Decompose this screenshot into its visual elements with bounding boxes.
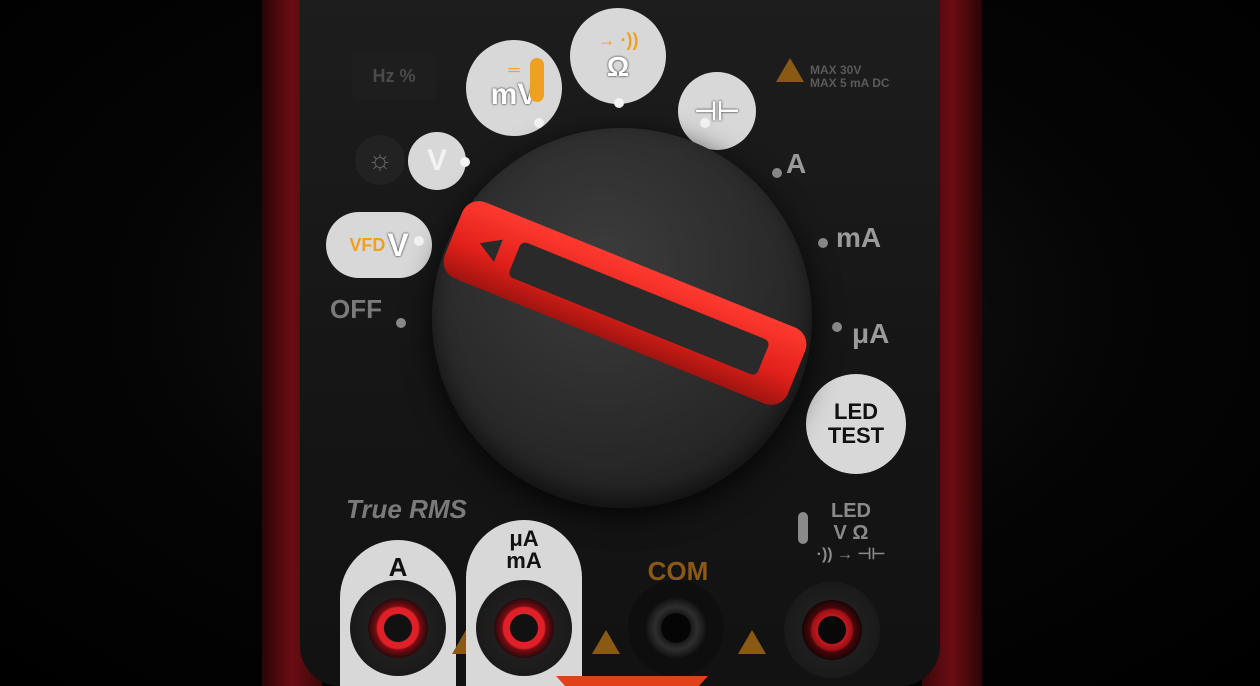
off-label: OFF <box>330 294 382 324</box>
thermometer-icon <box>530 58 544 102</box>
warning-icon <box>592 630 620 654</box>
v-dc-position: V <box>408 132 466 190</box>
ohm-diode-position: → ·)) Ω <box>570 8 666 104</box>
dc-bar-icon: ═ <box>508 62 520 79</box>
jack-ua-socket <box>494 598 554 658</box>
jack-com[interactable] <box>628 580 724 676</box>
sun-icon: ☼ <box>355 135 405 185</box>
jack-a-label: A <box>388 552 408 582</box>
position-dot <box>832 322 842 332</box>
v-ac-label: V <box>387 226 409 263</box>
thermometer-icon <box>798 512 808 544</box>
hz-percent-button: Hz % <box>352 52 436 100</box>
led-test-label-2: TEST <box>827 423 885 448</box>
capacitance-position: ⊣⊢ <box>678 72 756 150</box>
jack-right-label-3: ·)) → ⊣⊢ <box>816 546 886 563</box>
milliamps-position-label: mA <box>836 222 882 253</box>
mv-temp-position: ═ mV <box>466 40 562 136</box>
bottom-tab <box>556 676 708 686</box>
microamps-position-label: μA <box>852 318 890 349</box>
position-dot <box>818 238 828 248</box>
v-dc-label: V <box>426 144 447 177</box>
position-dot <box>772 168 782 178</box>
diode-continuity-label: → ·)) <box>597 29 639 50</box>
jack-right-label: LED V Ω ·)) → ⊣⊢ <box>796 500 906 566</box>
multimeter-photo: Hz % ☼ V ═ mV → ·)) Ω ⊣⊢ MAX 30V MAX 5 m… <box>0 0 1260 686</box>
jack-ua-label-2: mA <box>506 548 542 573</box>
jack-v-ohm[interactable] <box>784 582 880 678</box>
jack-ua-label: μA mA <box>466 528 582 572</box>
position-dot <box>414 236 424 246</box>
jack-v-ohm-socket <box>802 600 862 660</box>
position-dot <box>700 118 710 128</box>
position-dot <box>460 157 470 167</box>
jack-a[interactable] <box>350 580 446 676</box>
jack-right-label-2: V Ω <box>833 522 869 544</box>
led-test-label-1: LED <box>834 399 878 424</box>
warning-icon <box>738 630 766 654</box>
pointer-arrow-icon <box>475 232 503 262</box>
jack-com-socket <box>646 598 706 658</box>
amps-position-label: A <box>786 148 807 179</box>
jack-right-label-1: LED <box>831 500 871 522</box>
jack-ua-ma[interactable] <box>476 580 572 676</box>
led-test-position: LED TEST <box>806 374 906 474</box>
jack-ua-label-1: μA <box>509 526 539 551</box>
position-dot <box>396 318 406 328</box>
max-current-text: MAX 5 mA DC <box>810 76 890 90</box>
vfd-label: VFD <box>349 234 386 255</box>
ohm-label: Ω <box>606 50 630 82</box>
jack-a-socket <box>368 598 428 658</box>
warning-icon <box>776 58 804 82</box>
position-dot <box>534 118 544 128</box>
true-rms-label: True RMS <box>346 494 467 524</box>
hz-percent-label: Hz % <box>372 65 416 86</box>
max-rating-text: MAX 30V MAX 5 mA DC <box>810 64 890 90</box>
position-dot <box>614 98 624 108</box>
